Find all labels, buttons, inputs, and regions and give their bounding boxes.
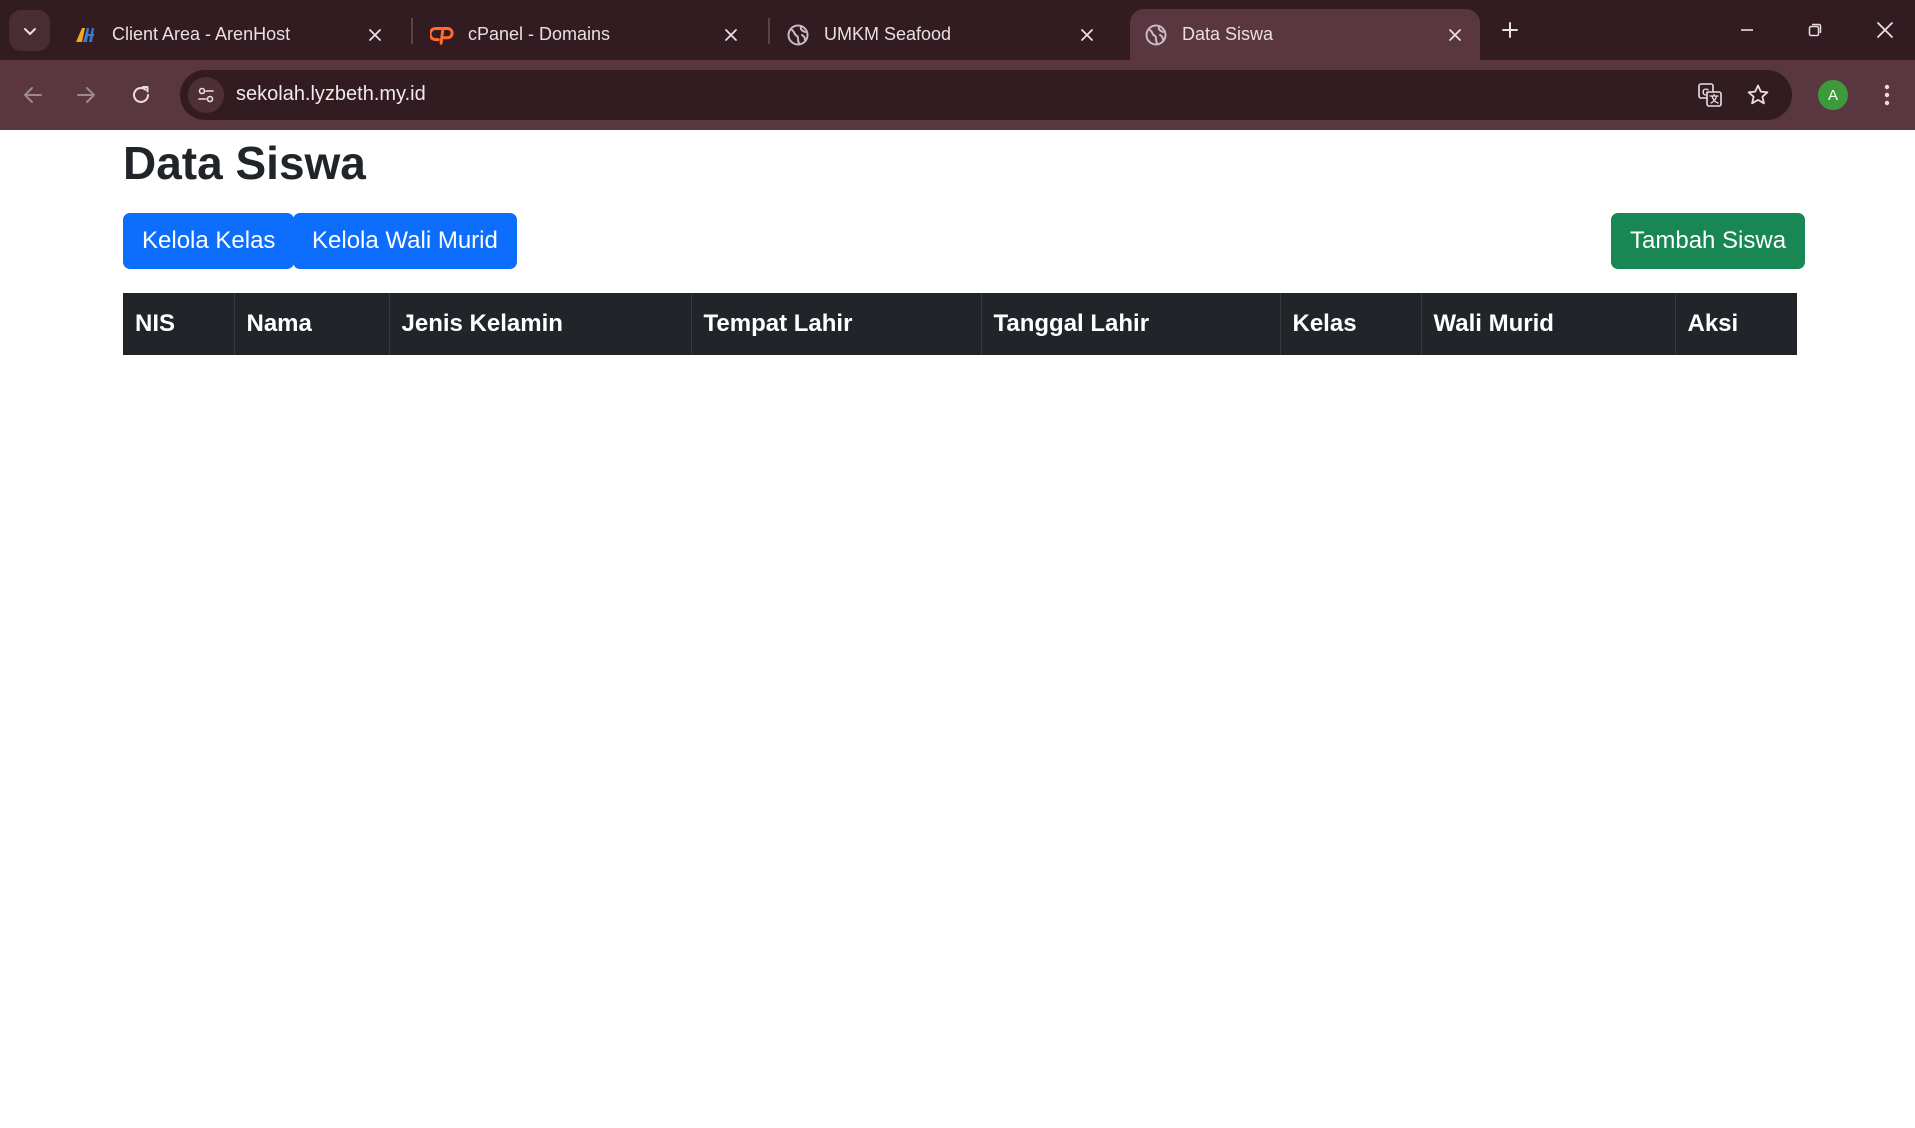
tambah-siswa-button[interactable]: Tambah Siswa — [1611, 213, 1806, 269]
tab-title: cPanel - Domains — [468, 24, 611, 44]
column-header-aksi: Aksi — [1675, 293, 1797, 355]
new-tab-button[interactable] — [1494, 14, 1526, 46]
browser-toolbar: sekolah.lyzbeth.my.id G A — [0, 60, 1915, 130]
forward-button[interactable] — [67, 76, 105, 114]
browser-menu-button[interactable] — [1872, 78, 1902, 112]
tab-data-siswa[interactable]: Data Siswa — [1130, 9, 1480, 60]
site-info-button[interactable] — [188, 77, 224, 113]
bookmark-button[interactable] — [1742, 79, 1774, 111]
profile-avatar[interactable]: A — [1818, 80, 1848, 110]
tab-umkm-seafood[interactable]: UMKM Seafood — [772, 9, 1112, 60]
address-bar[interactable]: sekolah.lyzbeth.my.id G — [180, 70, 1792, 120]
profile-initial: A — [1827, 86, 1838, 104]
tab-cpanel-domains[interactable]: cPanel - Domains — [416, 9, 756, 60]
column-header-nis: NIS — [123, 293, 235, 355]
arrow-right-icon — [77, 87, 95, 103]
tab-separator — [411, 18, 413, 44]
close-window-button[interactable] — [1862, 8, 1908, 52]
url-text[interactable]: sekolah.lyzbeth.my.id — [236, 83, 426, 106]
close-icon[interactable] — [362, 22, 388, 48]
close-icon[interactable] — [718, 22, 744, 48]
reload-button[interactable] — [122, 76, 160, 114]
tab-title: Data Siswa — [1182, 24, 1274, 44]
tune-icon — [198, 87, 214, 103]
siswa-table: NIS Nama Jenis Kelamin Tempat Lahir Tang… — [123, 293, 1797, 355]
column-header-tanggal-lahir: Tanggal Lahir — [981, 293, 1281, 355]
browser-titlebar: Client Area - ArenHost cPanel - Domains … — [0, 0, 1915, 60]
cpanel-logo-icon — [430, 23, 454, 47]
close-icon[interactable] — [1074, 22, 1100, 48]
page-title: Data Siswa — [123, 137, 366, 189]
more-vertical-icon — [1884, 84, 1890, 106]
column-header-jenis-kelamin: Jenis Kelamin — [389, 293, 692, 355]
column-header-wali-murid: Wali Murid — [1421, 293, 1676, 355]
kelola-wali-murid-button[interactable]: Kelola Wali Murid — [293, 213, 517, 269]
back-button[interactable] — [14, 76, 52, 114]
close-icon[interactable] — [1442, 22, 1468, 48]
kelola-kelas-button[interactable]: Kelola Kelas — [123, 213, 295, 269]
tab-title: Client Area - ArenHost — [112, 24, 291, 44]
star-icon — [1747, 84, 1769, 105]
arrow-left-icon — [24, 87, 42, 103]
reload-icon — [133, 86, 149, 103]
globe-icon — [1144, 23, 1168, 47]
column-header-nama: Nama — [234, 293, 390, 355]
table-header-row: NIS Nama Jenis Kelamin Tempat Lahir Tang… — [123, 293, 1797, 355]
tab-client-area[interactable]: Client Area - ArenHost — [60, 9, 400, 60]
restore-icon — [1808, 23, 1822, 37]
translate-button[interactable]: G — [1694, 79, 1726, 111]
minimize-button[interactable] — [1724, 8, 1770, 52]
arenhost-logo-icon — [74, 23, 98, 47]
tab-title: UMKM Seafood — [824, 24, 952, 44]
close-icon — [1877, 22, 1893, 38]
minimize-icon — [1741, 29, 1753, 31]
restore-button[interactable] — [1792, 8, 1838, 52]
plus-icon — [1502, 22, 1518, 38]
globe-icon — [786, 23, 810, 47]
tab-separator — [768, 18, 770, 44]
translate-icon: G — [1698, 83, 1722, 107]
tab-search-button[interactable] — [9, 10, 50, 51]
chevron-down-icon — [23, 27, 36, 35]
column-header-kelas: Kelas — [1280, 293, 1422, 355]
page-content: Data Siswa Kelola Kelas Kelola Wali Muri… — [0, 130, 1915, 1128]
column-header-tempat-lahir: Tempat Lahir — [691, 293, 982, 355]
